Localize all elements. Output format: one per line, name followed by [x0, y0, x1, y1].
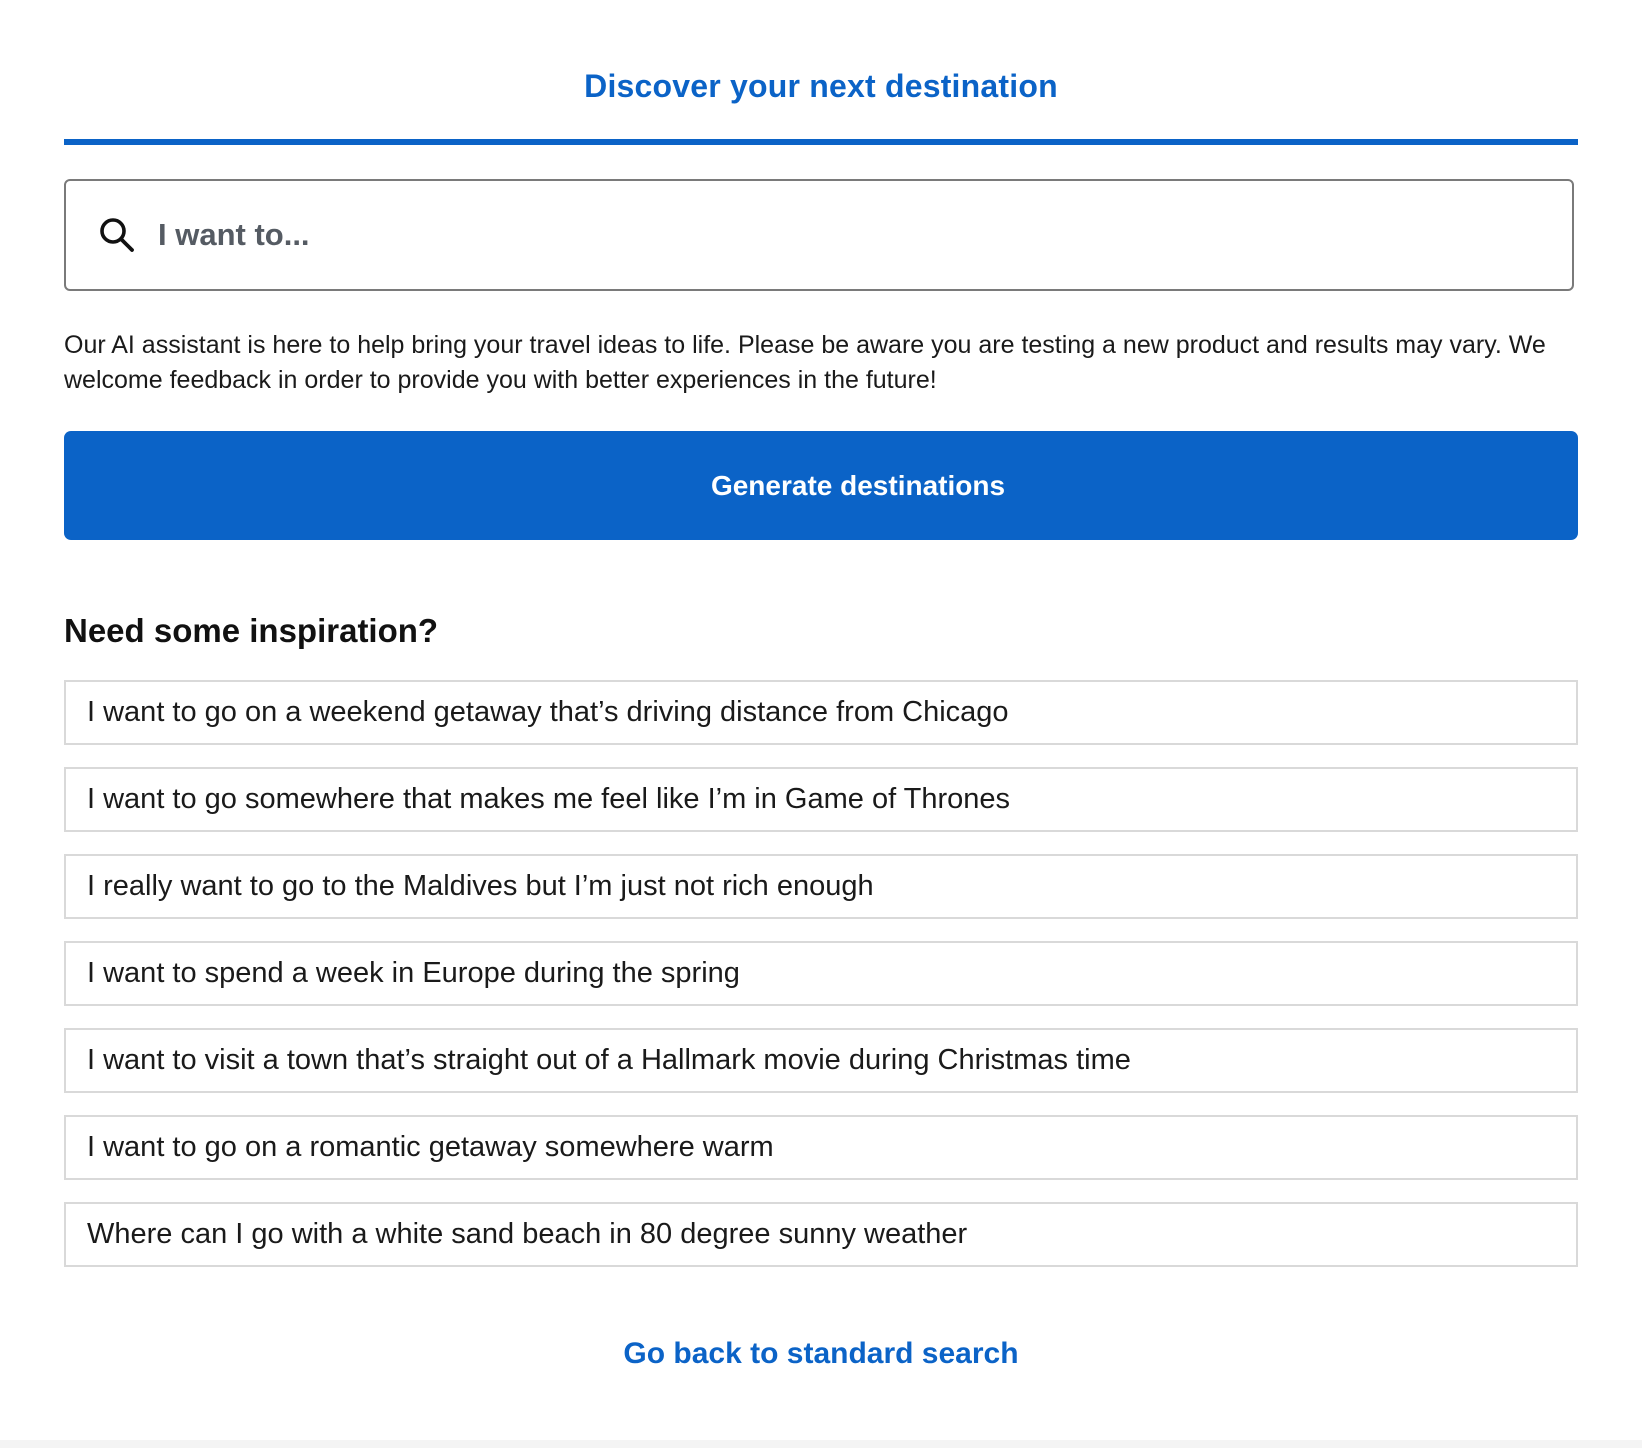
suggestion-item[interactable]: I want to go on a romantic getaway somew…	[64, 1115, 1578, 1180]
title-underline	[64, 139, 1578, 145]
suggestion-item[interactable]: Where can I go with a white sand beach i…	[64, 1202, 1578, 1267]
search-box[interactable]	[64, 179, 1574, 291]
bottom-edge	[0, 1440, 1642, 1448]
suggestion-item[interactable]: I really want to go to the Maldives but …	[64, 854, 1578, 919]
search-icon	[96, 214, 138, 256]
disclaimer-text: Our AI assistant is here to help bring y…	[64, 331, 1546, 394]
suggestion-item[interactable]: I want to go on a weekend getaway that’s…	[64, 680, 1578, 745]
suggestion-item[interactable]: I want to go somewhere that makes me fee…	[64, 767, 1578, 832]
suggestion-item[interactable]: I want to spend a week in Europe during …	[64, 941, 1578, 1006]
generate-destinations-button[interactable]: Generate destinations	[64, 431, 1578, 540]
suggestion-item[interactable]: I want to visit a town that’s straight o…	[64, 1028, 1578, 1093]
page: Discover your next destination Our AI as…	[0, 0, 1642, 1448]
header: Discover your next destination	[0, 0, 1642, 150]
search-input[interactable]	[156, 204, 1552, 266]
inspiration-heading: Need some inspiration?	[64, 612, 439, 649]
back-to-standard-search-link[interactable]: Go back to standard search	[0, 1337, 1642, 1371]
suggestion-list: I want to go on a weekend getaway that’s…	[64, 680, 1578, 1289]
page-title: Discover your next destination	[584, 68, 1058, 104]
